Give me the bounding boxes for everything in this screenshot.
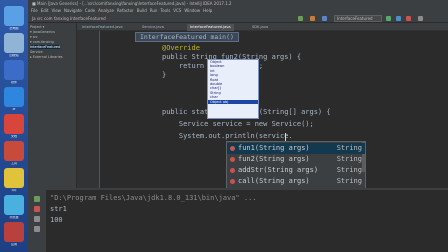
completion-item-name: addStr(String args)	[238, 166, 319, 174]
menu-edit[interactable]: Edit	[41, 8, 49, 13]
editor-tab[interactable]: Service.java	[139, 24, 167, 31]
menu-code[interactable]: Code	[85, 8, 95, 13]
desktop-icon-label: 软件	[10, 81, 17, 84]
parameter-info-popup: Object boolean int long float double char[] Str…	[207, 59, 259, 119]
menu-tools[interactable]: Tools	[160, 8, 170, 13]
menu-file[interactable]: File	[31, 8, 38, 13]
parameter-info-item: Object obj	[208, 99, 258, 105]
project-tree-item[interactable]: ▾ com.fanxing	[30, 40, 54, 44]
scroll-icon[interactable]	[34, 226, 40, 232]
console-toolbar	[28, 190, 46, 252]
completion-item[interactable]: call(String args) String	[227, 176, 365, 187]
completion-item-name: fun1(String args)	[238, 144, 310, 152]
menu-run[interactable]: Run	[150, 8, 158, 13]
editor-tab[interactable]: InterfaceFeatured.java	[187, 24, 234, 31]
rerun-icon[interactable]	[34, 196, 40, 202]
recycle-bin-icon[interactable]	[4, 33, 24, 53]
project-tree-item[interactable]: Service	[30, 50, 43, 54]
menu-refactor[interactable]: Refactor	[117, 8, 134, 13]
completion-item-type: String	[336, 177, 362, 185]
project-tree-item[interactable]: ▸ External Libraries	[30, 55, 63, 59]
menu-build[interactable]: Build	[137, 8, 147, 13]
code-line[interactable]: Service service = new Service();	[162, 120, 314, 129]
project-panel: Project ▾ ▾ JavaGenerics ▾ src ▾ com.fanx…	[28, 23, 77, 188]
flag-icon[interactable]	[4, 114, 24, 134]
computer-icon[interactable]	[4, 6, 24, 26]
completion-item-name: fun2(String args)	[238, 155, 310, 163]
code-line[interactable]: System.out.println(service.	[162, 132, 293, 141]
method-icon	[230, 157, 235, 162]
stop-icon[interactable]	[406, 16, 411, 21]
run-icon[interactable]	[386, 16, 391, 21]
console-line: str1	[50, 205, 67, 213]
search-everywhere-icon[interactable]	[418, 16, 423, 21]
menu-help[interactable]: Help	[203, 8, 212, 13]
desktop-icon-label: 工具	[10, 162, 17, 165]
desktop-icon-label: 此电脑	[9, 27, 19, 30]
browser-icon[interactable]	[4, 195, 24, 215]
menu-vcs[interactable]: VCS	[173, 8, 181, 13]
desktop-icon-label: 文档	[10, 135, 17, 138]
desktop-icon-label: 回收站	[9, 54, 19, 57]
completion-item[interactable]: addStr(String args) String	[227, 165, 365, 176]
build-icon[interactable]	[298, 16, 303, 21]
toolbar: Ja src com fanxing InterfaceFeatured Int…	[28, 14, 448, 23]
code-line[interactable]: @Override	[162, 44, 200, 53]
run-configuration-select[interactable]: InterfaceFeatured	[334, 15, 382, 22]
qq-icon[interactable]	[4, 168, 24, 188]
desktop-icon-label: 应用	[10, 243, 17, 246]
app-icon-3[interactable]	[4, 222, 24, 242]
pause-icon[interactable]	[34, 216, 40, 222]
window-title: ■ Main [Java Generics] - [...\src\com\fa…	[28, 0, 448, 7]
desktop-icon-label: IE	[12, 108, 16, 111]
ie-icon[interactable]	[4, 87, 24, 107]
app-icon-2[interactable]	[4, 141, 24, 161]
code-line[interactable]: }	[162, 71, 166, 80]
project-tree-item[interactable]: ▾ JavaGenerics	[30, 30, 55, 34]
menu-view[interactable]: View	[51, 8, 61, 13]
method-icon	[230, 179, 235, 184]
editor-tab-bar: InterfaceFeatured.java Service.java Interf…	[77, 23, 448, 31]
navigation-breadcrumb[interactable]: Ja src com fanxing InterfaceFeatured	[32, 14, 106, 23]
editor-tab[interactable]: InterfaceFeatured.java	[79, 24, 126, 31]
method-icon	[230, 168, 235, 173]
console-line: 100	[50, 216, 63, 224]
completion-item-name: call(String args)	[238, 177, 310, 185]
completion-item-type: String	[336, 166, 362, 174]
menu-analyze[interactable]: Analyze	[98, 8, 114, 13]
completion-item[interactable]: fun1(String args) String	[227, 143, 365, 154]
text-caret	[285, 133, 286, 141]
debug-icon[interactable]	[396, 16, 401, 21]
settings-icon[interactable]	[310, 16, 315, 21]
sdk-icon[interactable]	[322, 16, 327, 21]
menu-navigate[interactable]: Navigate	[64, 8, 82, 13]
desktop-icon-label: 浏览器	[9, 216, 19, 219]
completion-item-type: String	[336, 155, 362, 163]
method-breadcrumb[interactable]: InterfaceFeatured main()	[135, 32, 239, 42]
run-console: "D:\Program Files\Java\jdk1.8.0_131\bin\…	[28, 188, 448, 252]
console-line: "D:\Program Files\Java\jdk1.8.0_131\bin\…	[50, 194, 257, 202]
desktop-icon-label: QQ	[11, 189, 17, 192]
project-tree-item[interactable]: InterfaceFeatured	[30, 45, 61, 49]
completion-item-type: String	[336, 144, 362, 152]
app-icon[interactable]	[4, 60, 24, 80]
desktop-icons-strip: 此电脑回收站软件 IE 文档工具 QQ 浏览器应用	[0, 0, 28, 252]
editor-tab[interactable]: SDK.java	[249, 24, 271, 31]
method-icon	[230, 146, 235, 151]
menu-window[interactable]: Window	[184, 8, 200, 13]
line-gutter	[77, 31, 100, 188]
project-tree-item[interactable]: ▾ src	[30, 35, 38, 39]
completion-item[interactable]: fun2(String args) String	[227, 154, 365, 165]
project-tree-item[interactable]: Project ▾	[30, 25, 44, 29]
menu-bar: File Edit View Navigate Code Analyze Refactor B…	[28, 7, 448, 14]
stop-icon[interactable]	[34, 206, 40, 212]
